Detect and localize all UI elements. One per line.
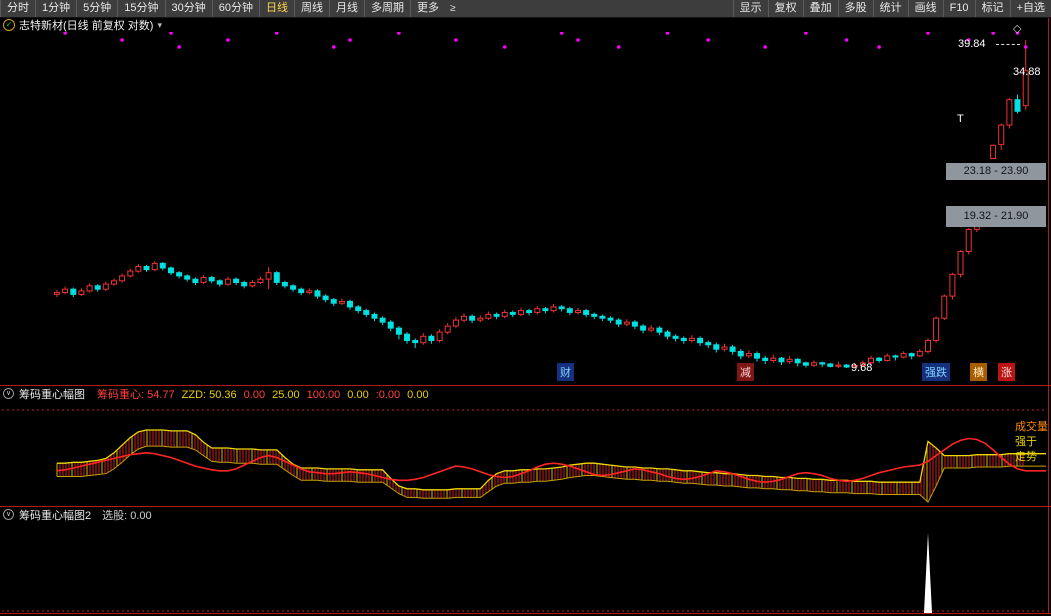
menu-left: 分时1分钟5分钟15分钟30分钟60分钟日线周线月线多周期更多≥ [0,0,461,17]
trading-app-window: 分时1分钟5分钟15分钟30分钟60分钟日线周线月线多周期更多≥ 显示复权叠加多… [0,0,1051,616]
menu-item-fenshi[interactable]: 分时 [0,0,35,17]
price-leader-dashes [996,44,1020,45]
watermark-tag: 涨 [998,363,1015,381]
menu-item-30min[interactable]: 30分钟 [165,0,212,17]
indicator1-value: 0.00 [244,389,265,401]
indicator1-value: 100.00 [307,389,341,401]
indicator2-chart[interactable] [0,520,1051,613]
panel-separator-3 [0,613,1051,614]
indicator1-header: ∨ 筹码重心幅图 筹码重心: 54.77ZZD: 50.360.0025.001… [0,387,429,400]
main-candlestick-chart[interactable] [0,32,1051,385]
t-drawing-marker: T [957,113,964,125]
menu-item-15min[interactable]: 15分钟 [117,0,164,17]
menu-item-monthly[interactable]: 月线 [329,0,364,17]
menu-item-5min[interactable]: 5分钟 [76,0,117,17]
title-bar: ✓ 志特新材(日线 前复权 对数) ▾ [0,18,1051,32]
candles-layer [55,40,1029,368]
menu-item-stats[interactable]: 统计 [873,0,908,17]
watermark-tag: 财 [557,363,574,381]
indicator1-value: 筹码重心: 54.77 [97,389,175,401]
menu-item-1min[interactable]: 1分钟 [35,0,76,17]
menu-item-add-watchlist[interactable]: +自选 [1010,0,1051,17]
menu-item-multi-period[interactable]: 多周期 [364,0,410,17]
menu-item-more[interactable]: 更多 [410,0,445,17]
diamond-marker-icon: ◇ [1013,22,1021,35]
watermark-tag: 减 [737,363,754,381]
current-price-label: 34.88 [1013,66,1041,78]
indicator1-side-label: 走势 [1015,448,1037,464]
menu-item-weekly[interactable]: 周线 [294,0,329,17]
menu-item-adjust[interactable]: 复权 [768,0,803,17]
menu-item-multi-stock[interactable]: 多股 [838,0,873,17]
indicator1-value: ZZD: 50.36 [182,389,237,401]
top-menubar: 分时1分钟5分钟15分钟30分钟60分钟日线周线月线多周期更多≥ 显示复权叠加多… [0,0,1051,18]
menu-item-draw[interactable]: 画线 [908,0,943,17]
chart-mode-icon[interactable]: ✓ [3,19,15,31]
gap-annotation-box-1: 23.18 - 23.90 [946,163,1046,180]
menu-item-display[interactable]: 显示 [733,0,768,17]
indicator1-value: 25.00 [272,389,300,401]
menu-item-daily[interactable]: 日线 [259,0,294,17]
dropdown-caret-icon[interactable]: ▾ [157,20,162,31]
watermark-tag: 强跌 [922,363,950,381]
indicator1-chart[interactable] [0,400,1051,506]
indicator1-value: 0.00 [347,389,368,401]
indicator1-side-label: 成交量 [1015,418,1048,434]
stock-title: 志特新材(日线 前复权 对数) [19,17,153,33]
menu-item-mark[interactable]: 标记 [975,0,1010,17]
signal-dots-layer [63,32,1027,49]
menu-item-overlay[interactable]: 叠加 [803,0,838,17]
indicator1-side-label: 强于 [1015,433,1037,449]
panel-separator-2[interactable] [0,506,1051,507]
low-price-label: 9.68 [851,362,872,374]
more-chevron-icon[interactable]: ≥ [445,3,461,14]
gap-annotation-box-2: 19.32 - 21.90 [946,206,1046,227]
menu-item-60min[interactable]: 60分钟 [212,0,259,17]
menu-right: 显示复权叠加多股统计画线F10标记+自选 [733,0,1051,17]
indicator1-value: 0.00 [407,389,428,401]
indicator1-value: :0.00 [376,389,400,401]
watermark-tag: 横 [970,363,987,381]
collapse-panel2-icon[interactable]: ∨ [3,509,14,520]
high-price-label: 39.84 [958,38,986,50]
collapse-panel1-icon[interactable]: ∨ [3,388,14,399]
menu-item-f10[interactable]: F10 [943,0,975,17]
selection-spike [924,533,932,613]
